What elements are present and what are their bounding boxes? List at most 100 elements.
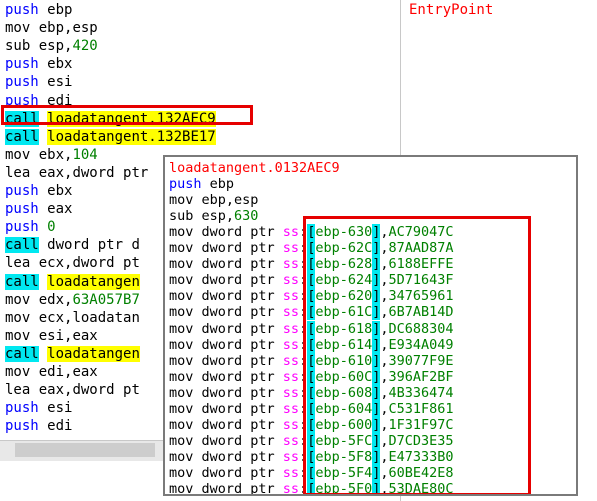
- mnemonic: mov: [5, 291, 31, 308]
- mnemonic: mov: [5, 20, 31, 37]
- mnemonic: push: [5, 2, 39, 18]
- segment-register: ss: [282, 336, 300, 353]
- segment-register: ss: [282, 384, 300, 401]
- operand: ebx: [47, 56, 73, 73]
- instruction-row[interactable]: mov edx,63A057B7: [5, 291, 140, 309]
- mnemonic: mov dword ptr: [169, 464, 283, 481]
- operand: dword ptr d: [47, 237, 140, 254]
- segment-register: ss: [282, 352, 300, 369]
- operand: loadatangen: [47, 345, 140, 362]
- instruction-row[interactable]: push edi: [5, 417, 72, 435]
- operand: esi: [47, 400, 73, 417]
- segment-register: ss: [282, 481, 300, 496]
- segment-register: ss: [282, 368, 300, 385]
- mnemonic: call: [5, 128, 39, 145]
- instruction-row[interactable]: push 0: [5, 218, 56, 236]
- popup-instruction-row: push ebp: [169, 176, 234, 192]
- mnemonic: push: [5, 418, 39, 435]
- operand: ebx: [47, 183, 73, 199]
- instruction-row[interactable]: push ebx: [5, 182, 72, 200]
- instruction-row[interactable]: call loadatangen: [5, 345, 140, 363]
- mnemonic: mov dword ptr: [169, 288, 283, 305]
- mnemonic: mov: [5, 327, 31, 344]
- operand: ecx,loadatan: [38, 309, 140, 326]
- operand: edx,63A057B7: [38, 291, 140, 308]
- instruction-row[interactable]: push eax: [5, 200, 72, 218]
- instruction-row[interactable]: lea eax,dword ptr: [5, 164, 148, 182]
- mnemonic: mov dword ptr: [169, 368, 283, 385]
- mnemonic: mov dword ptr: [169, 416, 283, 433]
- operand: ebp,esp: [201, 192, 259, 209]
- instruction-row[interactable]: call loadatangen: [5, 273, 140, 291]
- operand: eax,dword pt: [38, 382, 140, 399]
- mnemonic: lea: [5, 255, 31, 272]
- operand: edi: [47, 418, 73, 435]
- segment-register: ss: [282, 288, 300, 305]
- mnemonic: sub: [5, 38, 31, 55]
- mnemonic: call: [5, 345, 39, 362]
- operand: esp,420: [38, 38, 98, 55]
- segment-register: ss: [282, 432, 300, 449]
- segment-register: ss: [282, 224, 300, 241]
- mnemonic: lea: [5, 382, 31, 399]
- instruction-row[interactable]: lea eax,dword pt: [5, 381, 140, 399]
- operand: 0: [47, 219, 56, 236]
- mnemonic: mov: [169, 192, 194, 209]
- instruction-row[interactable]: lea ecx,dword pt: [5, 254, 140, 272]
- mnemonic: call: [5, 237, 39, 254]
- mnemonic: mov: [5, 309, 31, 326]
- mnemonic: push: [5, 400, 39, 417]
- operand: ebp: [47, 2, 73, 18]
- operand: loadatangent.132BE17: [47, 128, 216, 145]
- highlight-box-stack-stores: [303, 216, 531, 494]
- segment-register: ss: [282, 256, 300, 273]
- instruction-row[interactable]: mov ebx,104: [5, 146, 98, 164]
- disassembly-preview-popup: loadatangent.0132AEC9 push ebp mov ebp,es…: [163, 155, 578, 496]
- mnemonic: push: [5, 56, 39, 73]
- mnemonic: mov dword ptr: [169, 240, 283, 257]
- instruction-row[interactable]: push esi: [5, 73, 72, 91]
- instruction-row[interactable]: call loadatangent.132BE17: [5, 128, 216, 146]
- operand: loadatangen: [47, 273, 140, 290]
- popup-instruction-row: sub esp,630: [169, 208, 259, 225]
- popup-title: loadatangent.0132AEC9: [169, 160, 340, 176]
- mnemonic: mov dword ptr: [169, 384, 283, 401]
- mnemonic: push: [5, 219, 39, 236]
- segment-register: ss: [282, 320, 300, 337]
- segment-register: ss: [282, 272, 300, 289]
- instruction-row[interactable]: mov ecx,loadatan: [5, 309, 140, 327]
- instruction-row[interactable]: mov ebp,esp: [5, 19, 98, 37]
- scrollbar-thumb[interactable]: [15, 443, 155, 457]
- instruction-row[interactable]: sub esp,420: [5, 37, 98, 55]
- mnemonic: push: [5, 201, 39, 218]
- entrypoint-label: EntryPoint: [409, 2, 494, 18]
- mnemonic: call: [5, 273, 39, 290]
- operand-immediate: 630: [234, 208, 259, 225]
- mnemonic: lea: [5, 164, 31, 181]
- highlight-box-call: [1, 105, 253, 125]
- mnemonic: mov dword ptr: [169, 320, 283, 337]
- instruction-row[interactable]: push esi: [5, 399, 72, 417]
- operand: ecx,dword pt: [38, 255, 140, 272]
- operand: edi,eax: [38, 364, 98, 380]
- mnemonic: mov dword ptr: [169, 448, 283, 465]
- operand: ebp,esp: [38, 20, 98, 37]
- instruction-row[interactable]: push ebp: [5, 1, 72, 19]
- segment-register: ss: [282, 240, 300, 257]
- popup-instruction-row: mov ebp,esp: [169, 192, 258, 208]
- instruction-row[interactable]: mov esi,eax: [5, 327, 98, 345]
- segment-register: ss: [282, 400, 300, 417]
- mnemonic: mov dword ptr: [169, 432, 283, 449]
- mnemonic: push: [169, 176, 202, 193]
- instruction-row[interactable]: call dword ptr d: [5, 236, 140, 254]
- mnemonic: mov dword ptr: [169, 304, 283, 321]
- mnemonic: push: [5, 74, 39, 91]
- operand: eax,dword ptr: [38, 164, 149, 181]
- operand: ebx,104: [38, 146, 98, 163]
- operand: esi: [47, 74, 73, 91]
- segment-register: ss: [282, 416, 300, 433]
- mnemonic: mov dword ptr: [169, 336, 283, 353]
- operand: esi,eax: [38, 327, 98, 344]
- instruction-row[interactable]: push ebx: [5, 55, 72, 73]
- instruction-row[interactable]: mov edi,eax: [5, 363, 98, 381]
